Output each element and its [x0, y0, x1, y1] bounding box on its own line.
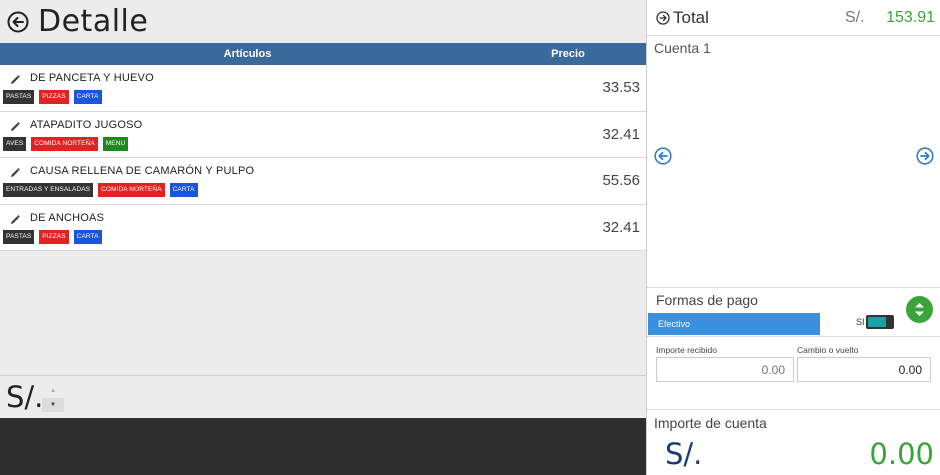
item-tags: ENTRADAS Y ENSALADAS COMIDA NORTEÑA CARTA — [3, 183, 198, 197]
account-amount-currency: S/. — [665, 437, 703, 471]
divider — [647, 409, 940, 410]
page-title: Detalle — [38, 4, 149, 39]
detail-panel: Detalle Artículos Precio DE PANCETA Y HU… — [0, 0, 646, 418]
total-label: Total — [673, 8, 709, 27]
table-row[interactable]: ATAPADITO JUGOSO AVES COMIDA NORTEÑA MENU 32… — [0, 111, 646, 158]
category-tag: COMIDA NORTEÑA — [98, 183, 165, 197]
received-amount-input[interactable] — [656, 357, 794, 382]
si-toggle[interactable] — [866, 315, 894, 329]
table-row[interactable]: DE ANCHOAS PASTAS PIZZAS CARTA 32.41 — [0, 204, 646, 251]
account-amount-title: Importe de cuenta — [654, 415, 767, 431]
payment-methods-title: Formas de pago — [656, 292, 758, 308]
item-name: DE ANCHOAS — [30, 211, 105, 224]
item-tags: AVES COMIDA NORTEÑA MENU — [3, 136, 129, 151]
account-name: Cuenta 1 — [654, 40, 711, 56]
category-tag: PIZZAS — [39, 229, 69, 244]
previous-account-icon[interactable] — [654, 147, 672, 165]
bottom-bar — [0, 418, 646, 475]
divider — [0, 375, 646, 376]
item-tags: PASTAS PIZZAS CARTA — [3, 229, 102, 244]
detail-header: Detalle — [0, 0, 646, 43]
category-tag: PIZZAS — [39, 90, 69, 104]
change-input[interactable] — [797, 357, 931, 382]
item-price: 32.41 — [602, 125, 640, 143]
payment-method-cash[interactable]: Efectivo — [648, 313, 820, 335]
category-tag: ENTRADAS Y ENSALADAS — [3, 183, 94, 197]
item-price: 32.41 — [602, 218, 640, 236]
table-row[interactable]: CAUSA RELLENA DE CAMARÓN Y PULPO ENTRADAS… — [0, 158, 646, 205]
category-tag: CARTA — [169, 183, 198, 197]
total-currency: S/. — [845, 9, 865, 26]
category-tag: CARTA — [73, 229, 102, 244]
total-row: Total S/. 153.91 — [647, 0, 940, 36]
pencil-icon[interactable] — [9, 73, 21, 85]
back-arrow-icon[interactable] — [7, 11, 29, 33]
next-account-icon[interactable] — [916, 147, 934, 165]
category-tag: COMIDA NORTEÑA — [31, 136, 98, 151]
table-row[interactable]: DE PANCETA Y HUEVO PASTAS PIZZAS CARTA 33.53 — [0, 65, 646, 112]
item-name: DE PANCETA Y HUEVO — [30, 72, 154, 84]
spinner-down-button[interactable]: ▼ — [42, 398, 64, 412]
item-name: ATAPADITO JUGOSO — [30, 118, 143, 131]
item-price: 55.56 — [602, 172, 640, 189]
pencil-icon[interactable] — [9, 166, 21, 178]
category-tag: MENU — [102, 136, 129, 151]
received-amount-label: Importe recibido — [656, 345, 717, 355]
account-amount-value: 0.00 — [869, 437, 934, 471]
category-tag: PASTAS — [3, 90, 35, 104]
item-tags: PASTAS PIZZAS CARTA — [3, 90, 102, 104]
category-tag: AVES — [3, 136, 27, 151]
divider — [647, 287, 940, 288]
divider — [647, 336, 940, 337]
change-label: Cambio o vuelto — [797, 345, 859, 355]
column-articles: Artículos — [223, 48, 272, 60]
pencil-icon[interactable] — [9, 213, 21, 225]
item-price: 33.53 — [602, 79, 640, 96]
total-amount: 153.91 — [886, 9, 935, 26]
footer-currency: S/. — [6, 380, 44, 414]
expand-toggle-icon[interactable] — [906, 296, 933, 323]
table-header: Artículos Precio — [0, 43, 646, 65]
pencil-icon[interactable] — [9, 120, 21, 132]
items-list: DE PANCETA Y HUEVO PASTAS PIZZAS CARTA 33.53… — [0, 65, 646, 251]
item-name: CAUSA RELLENA DE CAMARÓN Y PULPO — [30, 165, 255, 177]
account-panel: Total S/. 153.91 Cuenta 1 Formas de pago… — [646, 0, 940, 475]
category-tag: PASTAS — [3, 229, 35, 244]
column-price: Precio — [551, 48, 585, 60]
quantity-spinner[interactable]: ▲ ▼ — [42, 384, 64, 412]
si-label: SI — [856, 317, 865, 327]
category-tag: CARTA — [73, 90, 102, 104]
arrow-right-icon[interactable] — [656, 11, 670, 25]
spinner-up-button[interactable]: ▲ — [42, 384, 64, 398]
